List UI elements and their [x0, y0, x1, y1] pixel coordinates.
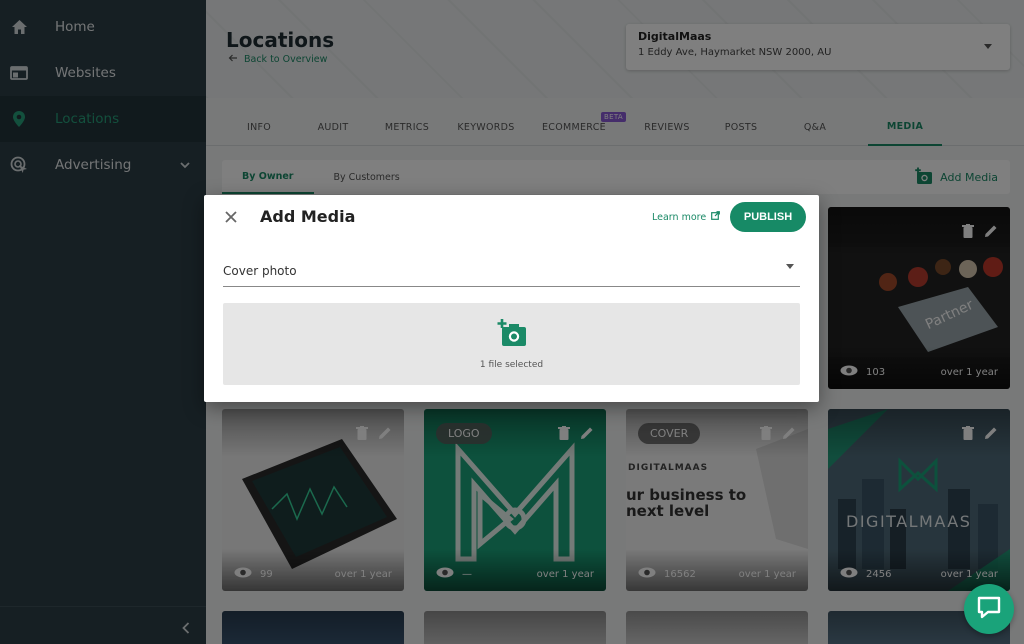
chat-button[interactable] [964, 584, 1014, 634]
add-photo-icon [496, 318, 528, 352]
chat-bubble-icon [976, 595, 1002, 623]
add-media-dialog: Add Media Learn more PUBLISH Cover photo… [204, 195, 819, 402]
media-category-select[interactable]: Cover photo [223, 255, 800, 287]
learn-more-label: Learn more [652, 211, 707, 223]
external-link-icon [711, 211, 721, 223]
file-dropzone[interactable]: 1 file selected [223, 303, 800, 385]
selected-category: Cover photo [223, 263, 297, 278]
caret-down-icon [786, 264, 794, 269]
file-status: 1 file selected [479, 360, 544, 370]
close-icon[interactable] [224, 209, 238, 228]
publish-button[interactable]: PUBLISH [730, 202, 806, 232]
dialog-title: Add Media [260, 207, 356, 226]
learn-more-link[interactable]: Learn more [652, 211, 721, 223]
